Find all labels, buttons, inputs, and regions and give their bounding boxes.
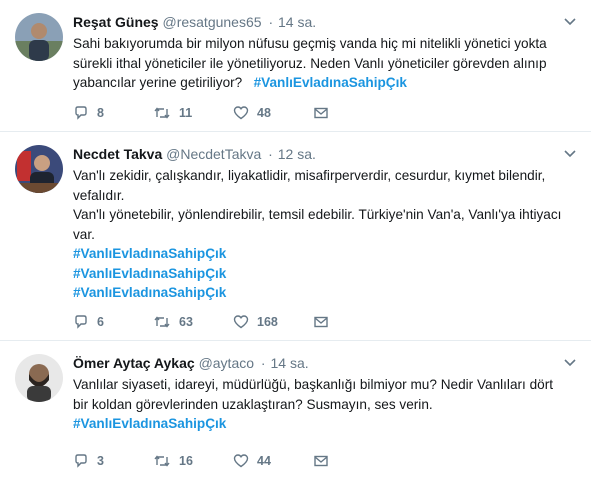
retweet-button[interactable]: 63 xyxy=(153,314,233,330)
hashtag-link[interactable]: #VanlıEvladınaSahipÇık xyxy=(73,246,226,261)
direct-message-icon xyxy=(314,455,328,467)
timestamp[interactable]: 14 sa. xyxy=(270,355,308,371)
chevron-down-icon[interactable] xyxy=(563,355,577,369)
tweet-line: sürekli ithal yöneticiler ile yönetiliyo… xyxy=(73,55,547,71)
tweet-text: Van'lı zekidir, çalışkandır, liyakatlidi… xyxy=(73,166,573,303)
like-button[interactable]: 48 xyxy=(233,105,313,121)
direct-message-icon xyxy=(314,107,328,119)
retweet-button[interactable]: 11 xyxy=(153,105,233,121)
timestamp[interactable]: 12 sa. xyxy=(278,146,316,162)
tweet-line: var. xyxy=(73,226,95,242)
chevron-down-icon[interactable] xyxy=(563,146,577,160)
retweet-button[interactable]: 16 xyxy=(153,453,233,469)
user-handle[interactable]: @aytaco xyxy=(199,355,254,371)
separator-dot: · xyxy=(260,355,266,371)
hashtag-link[interactable]: #VanlıEvladınaSahipÇık xyxy=(73,416,226,431)
retweet-count: 16 xyxy=(179,454,193,468)
like-icon xyxy=(233,315,249,329)
retweet-icon xyxy=(154,107,170,119)
tweet-text: Vanlılar siyaseti, idareyi, müdürlüğü, b… xyxy=(73,375,573,434)
reply-icon xyxy=(75,454,87,468)
like-button[interactable]: 44 xyxy=(233,453,313,469)
tweet-actions: 8 11 48 xyxy=(73,103,343,123)
tweet-line: Vanlılar siyaseti, idareyi, müdürlüğü, b… xyxy=(73,377,554,392)
reply-icon xyxy=(75,315,87,329)
separator-dot: · xyxy=(268,146,273,162)
reply-icon xyxy=(75,106,87,120)
like-icon xyxy=(233,106,249,120)
retweet-count: 63 xyxy=(179,315,193,329)
tweet-actions: 3 16 44 xyxy=(73,451,343,471)
timeline: Reşat Güneş @resatgunes65 · 14 sa. Sahi … xyxy=(0,0,591,479)
tweet-line: bir koldan görevlerinden uzaklaştıran? S… xyxy=(73,396,433,412)
direct-message-icon xyxy=(314,316,328,328)
chevron-down-icon[interactable] xyxy=(563,14,577,28)
tweet[interactable]: Necdet Takva @NecdetTakva · 12 sa. Van'l… xyxy=(0,132,591,341)
tweet[interactable]: Reşat Güneş @resatgunes65 · 14 sa. Sahi … xyxy=(0,0,591,132)
retweet-icon xyxy=(154,316,170,328)
retweet-icon xyxy=(154,455,170,467)
reply-button[interactable]: 3 xyxy=(73,453,153,469)
user-name[interactable]: Necdet Takva xyxy=(73,146,162,162)
user-name[interactable]: Reşat Güneş xyxy=(73,14,159,30)
tweet[interactable]: Ömer Aytaç Aykaç @aytaco · 14 sa. Vanlıl… xyxy=(0,341,591,479)
timestamp[interactable]: 14 sa. xyxy=(278,14,316,30)
tweet-line-text: yabancılar yerine getiriliyor? xyxy=(73,75,243,90)
tweet-line: vefalıdır. xyxy=(73,187,125,203)
hashtag-link[interactable]: #VanlıEvladınaSahipÇık xyxy=(254,75,407,90)
tweet-text: Sahi bakıyorumda bir milyon nüfusu geçmi… xyxy=(73,34,573,93)
like-button[interactable]: 168 xyxy=(233,314,313,330)
tweet-header: Necdet Takva @NecdetTakva · 12 sa. xyxy=(73,144,577,164)
tweet-line: Van'lı zekidir, çalışkandır, liyakatlidi… xyxy=(73,168,546,183)
like-count: 48 xyxy=(257,106,271,120)
direct-message-button[interactable] xyxy=(313,105,343,121)
hashtag-link[interactable]: #VanlıEvladınaSahipÇık xyxy=(73,285,226,300)
tweet-line: Sahi bakıyorumda bir milyon nüfusu geçmi… xyxy=(73,36,547,51)
direct-message-button[interactable] xyxy=(313,453,343,469)
user-handle[interactable]: @NecdetTakva xyxy=(166,146,261,162)
avatar[interactable] xyxy=(15,13,63,61)
user-name[interactable]: Ömer Aytaç Aykaç xyxy=(73,355,195,371)
reply-count: 6 xyxy=(97,315,104,329)
tweet-header: Ömer Aytaç Aykaç @aytaco · 14 sa. xyxy=(73,353,577,373)
tweet-header: Reşat Güneş @resatgunes65 · 14 sa. xyxy=(73,12,577,32)
like-icon xyxy=(233,454,249,468)
avatar[interactable] xyxy=(15,354,63,402)
like-count: 168 xyxy=(257,315,278,329)
separator-dot: · xyxy=(268,14,274,30)
tweet-actions: 6 63 168 xyxy=(73,312,343,332)
reply-button[interactable]: 6 xyxy=(73,314,153,330)
reply-count: 8 xyxy=(97,106,104,120)
tweet-line: yabancılar yerine getiriliyor? #VanlıEvl… xyxy=(73,73,573,93)
retweet-count: 11 xyxy=(179,106,193,120)
hashtag-link[interactable]: #VanlıEvladınaSahipÇık xyxy=(73,266,226,281)
direct-message-button[interactable] xyxy=(313,314,343,330)
avatar[interactable] xyxy=(15,145,63,193)
like-count: 44 xyxy=(257,454,271,468)
reply-count: 3 xyxy=(97,454,104,468)
tweet-line: Van'lı yönetebilir, yönlendirebilir, tem… xyxy=(73,207,562,222)
user-handle[interactable]: @resatgunes65 xyxy=(162,14,261,30)
reply-button[interactable]: 8 xyxy=(73,105,153,121)
